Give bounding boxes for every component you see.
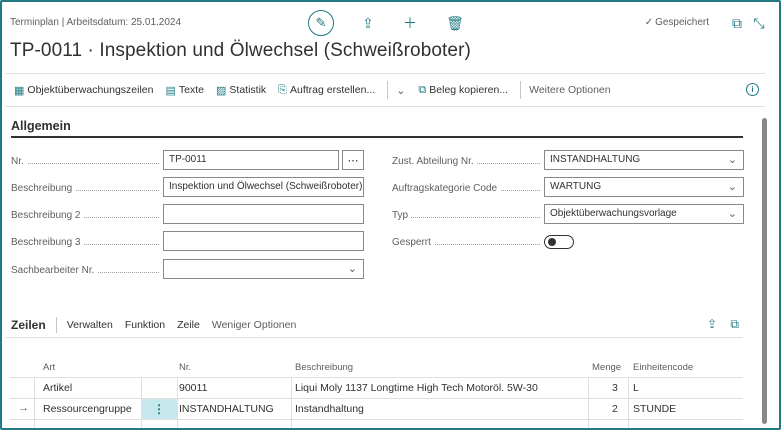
tab-verwalten[interactable]: Verwalten (67, 319, 113, 331)
notes-icon: ▤ (165, 84, 176, 97)
delete-button[interactable]: 🗑 (445, 13, 465, 33)
chevron-down-icon: ⌄ (396, 84, 406, 97)
expand-icon[interactable]: ⧉ (730, 317, 739, 332)
cell-beschreibung[interactable]: Instandhaltung (295, 403, 364, 415)
field-label-typ: Typ (392, 210, 540, 221)
field-label-auftragskategorie-code: Auftragskategorie Code (392, 183, 540, 194)
share-icon[interactable]: ⇪ (707, 317, 717, 331)
sachbearbeiter-nr-select[interactable]: ⌄ (163, 259, 364, 279)
collapse-icon: ⤡ (753, 14, 765, 31)
open-new-window-button[interactable]: ⧉ (727, 13, 747, 33)
lines-title[interactable]: Zeilen (11, 318, 46, 332)
action-separator (520, 81, 522, 99)
auftragskategorie-code-select[interactable]: WARTUNG ⌄ (544, 177, 744, 197)
page-scrollbar[interactable] (762, 118, 767, 424)
more-actions-dropdown[interactable]: ⌄ (396, 84, 408, 97)
plus-icon: ＋ (403, 15, 417, 31)
cell-menge[interactable]: 2 (612, 403, 618, 415)
table-row-empty[interactable] (10, 419, 743, 428)
trash-icon: 🗑 (446, 14, 464, 31)
column-header-menge[interactable]: Menge (592, 362, 621, 373)
share-icon: ⇪ (362, 14, 374, 31)
ellipsis-icon: ⋯ (347, 154, 359, 167)
grid-icon: ▦ (14, 84, 25, 97)
cell-einheitencode[interactable]: STUNDE (633, 403, 676, 415)
copy-icon: ⧉ (418, 83, 427, 96)
saved-status: ✓ Gespeichert (644, 17, 709, 28)
check-icon: ✓ (644, 17, 654, 28)
open-window-icon: ⧉ (732, 14, 742, 31)
action-texte[interactable]: ▤ Texte (165, 84, 204, 97)
cell-nr[interactable]: INSTANDHALTUNG (179, 403, 274, 415)
chevron-down-icon: ⌄ (727, 181, 737, 193)
action-separator (387, 81, 389, 99)
field-label-gesperrt: Gesperrt (392, 237, 540, 248)
field-label-beschreibung-2: Beschreibung 2 (11, 210, 159, 221)
chevron-down-icon: ⌄ (727, 154, 737, 166)
collapse-button[interactable]: ⤡ (749, 13, 769, 33)
cell-einheitencode[interactable]: L (633, 382, 639, 394)
action-statistik[interactable]: ▨ Statistik (216, 84, 266, 97)
section-divider (11, 136, 743, 138)
current-row-arrow-icon: → (18, 402, 29, 414)
field-label-nr: Nr. (11, 156, 159, 167)
nr-input[interactable]: TP-0011 (163, 150, 339, 170)
table-row[interactable]: Artikel 90011 Liqui Moly 1137 Longtime H… (10, 377, 743, 398)
cell-art[interactable]: Ressourcengruppe (43, 403, 132, 415)
action-objektueberwachungszeilen[interactable]: ▦ Objektüberwachungszeilen (14, 84, 153, 97)
table-row[interactable]: → ⋮ Ressourcengruppe INSTANDHALTUNG Inst… (10, 398, 743, 419)
toggle-knob (548, 238, 556, 246)
beschreibung-input[interactable]: Inspektion und Ölwechsel (Schweißroboter… (163, 177, 364, 197)
column-header-einheitencode[interactable]: Einheitencode (633, 362, 693, 373)
tab-zeile[interactable]: Zeile (177, 319, 200, 331)
lines-separator (55, 316, 57, 333)
more-options-button[interactable]: Weitere Optionen (529, 84, 611, 96)
vertical-ellipsis-icon: ⋮ (153, 402, 165, 416)
cell-nr[interactable]: 90011 (179, 382, 207, 394)
field-label-zust-abteilung-nr: Zust. Abteilung Nr. (392, 156, 540, 167)
new-button[interactable]: ＋ (400, 13, 420, 33)
page-frame: Terminplan | Arbeitsdatum: 25.01.2024 ✎ … (0, 0, 781, 430)
gesperrt-toggle[interactable] (544, 235, 574, 249)
zust-abteilung-nr-select[interactable]: INSTANDHALTUNG ⌄ (544, 150, 744, 170)
column-header-beschreibung[interactable]: Beschreibung (295, 362, 353, 373)
lines-toolbar: Zeilen Verwalten Funktion Zeile Weniger … (6, 312, 743, 338)
field-label-beschreibung-3: Beschreibung 3 (11, 237, 159, 248)
edit-button[interactable]: ✎ (308, 10, 334, 36)
column-header-art[interactable]: Art (43, 362, 55, 373)
tab-funktion[interactable]: Funktion (125, 319, 165, 331)
beschreibung-2-input[interactable] (163, 204, 364, 224)
nr-assist-button[interactable]: ⋯ (342, 150, 364, 170)
section-title-allgemein[interactable]: Allgemein (11, 119, 71, 133)
field-label-beschreibung: Beschreibung (11, 183, 159, 194)
breadcrumb: Terminplan | Arbeitsdatum: 25.01.2024 (10, 17, 182, 28)
chevron-down-icon: ⌄ (347, 263, 357, 275)
page-header: Terminplan | Arbeitsdatum: 25.01.2024 ✎ … (10, 10, 769, 36)
cell-beschreibung[interactable]: Liqui Moly 1137 Longtime High Tech Motor… (295, 382, 538, 394)
chevron-down-icon: ⌄ (727, 208, 737, 220)
typ-select[interactable]: Objektüberwachungsvorlage ⌄ (544, 204, 744, 224)
row-menu-button[interactable]: ⋮ (141, 399, 177, 419)
tab-weniger-optionen[interactable]: Weniger Optionen (212, 319, 296, 331)
action-bar: ▦ Objektüberwachungszeilen ▤ Texte ▨ Statis… (6, 73, 765, 107)
info-icon[interactable]: i (746, 83, 759, 96)
share-button[interactable]: ⇪ (358, 13, 378, 33)
create-order-icon: ⎘ (278, 83, 287, 96)
chart-icon: ▨ (216, 84, 227, 97)
page-title: TP-0011 · Inspektion und Ölwechsel (Schw… (10, 40, 471, 61)
beschreibung-3-input[interactable] (163, 231, 364, 251)
field-label-sachbearbeiter-nr: Sachbearbeiter Nr. (11, 265, 159, 276)
column-header-nr[interactable]: Nr. (179, 362, 191, 373)
cell-menge[interactable]: 3 (612, 382, 618, 394)
action-beleg-kopieren[interactable]: ⧉ Beleg kopieren... (418, 84, 508, 97)
action-auftrag-erstellen[interactable]: ⎘ Auftrag erstellen... (278, 84, 375, 97)
cell-art[interactable]: Artikel (43, 382, 72, 394)
pencil-icon: ✎ (315, 15, 327, 30)
